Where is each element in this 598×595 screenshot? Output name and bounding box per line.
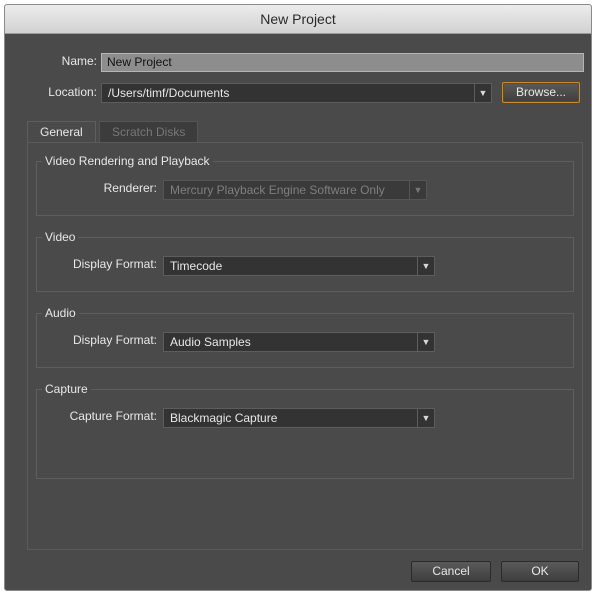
chevron-down-icon: ▼ xyxy=(409,181,426,199)
cancel-button[interactable]: Cancel xyxy=(411,561,491,582)
tab-scratch-disks[interactable]: Scratch Disks xyxy=(99,121,199,142)
chevron-down-icon: ▼ xyxy=(417,257,434,275)
capture-format-value: Blackmagic Capture xyxy=(170,411,278,425)
chevron-down-icon: ▼ xyxy=(417,333,434,351)
capture-format-select[interactable]: Blackmagic Capture ▼ xyxy=(163,408,435,428)
video-group-title: Video xyxy=(42,229,79,245)
location-label: Location: xyxy=(48,85,97,99)
new-project-dialog: New Project Name: New Project Location: … xyxy=(4,4,592,591)
location-value: /Users/timf/Documents xyxy=(108,86,230,100)
browse-button[interactable]: Browse... xyxy=(502,82,580,103)
audio-display-format-label: Display Format: xyxy=(72,333,157,347)
capture-group-title: Capture xyxy=(42,381,91,397)
ok-button[interactable]: OK xyxy=(501,561,579,582)
video-display-format-value: Timecode xyxy=(170,259,223,273)
renderer-select[interactable]: Mercury Playback Engine Software Only ▼ xyxy=(163,180,427,200)
capture-group: Capture Capture Format: Blackmagic Captu… xyxy=(36,381,574,479)
renderer-label: Renderer: xyxy=(103,181,157,195)
tab-general[interactable]: General xyxy=(27,121,96,142)
location-select[interactable]: /Users/timf/Documents ▼ xyxy=(101,83,492,103)
rendering-group: Video Rendering and Playback Renderer: M… xyxy=(36,153,574,216)
capture-format-label: Capture Format: xyxy=(69,409,157,423)
name-input[interactable]: New Project xyxy=(101,53,584,72)
audio-display-format-value: Audio Samples xyxy=(170,335,251,349)
chevron-down-icon: ▼ xyxy=(474,84,491,102)
audio-group-title: Audio xyxy=(42,305,79,321)
general-panel: Video Rendering and Playback Renderer: M… xyxy=(27,142,583,550)
renderer-value: Mercury Playback Engine Software Only xyxy=(170,183,385,197)
dialog-title: New Project xyxy=(5,5,591,34)
video-display-format-select[interactable]: Timecode ▼ xyxy=(163,256,435,276)
audio-group: Audio Display Format: Audio Samples ▼ xyxy=(36,305,574,368)
video-group: Video Display Format: Timecode ▼ xyxy=(36,229,574,292)
video-display-format-label: Display Format: xyxy=(72,257,157,271)
rendering-group-title: Video Rendering and Playback xyxy=(42,153,213,169)
audio-display-format-select[interactable]: Audio Samples ▼ xyxy=(163,332,435,352)
name-label: Name: xyxy=(61,54,97,68)
chevron-down-icon: ▼ xyxy=(417,409,434,427)
